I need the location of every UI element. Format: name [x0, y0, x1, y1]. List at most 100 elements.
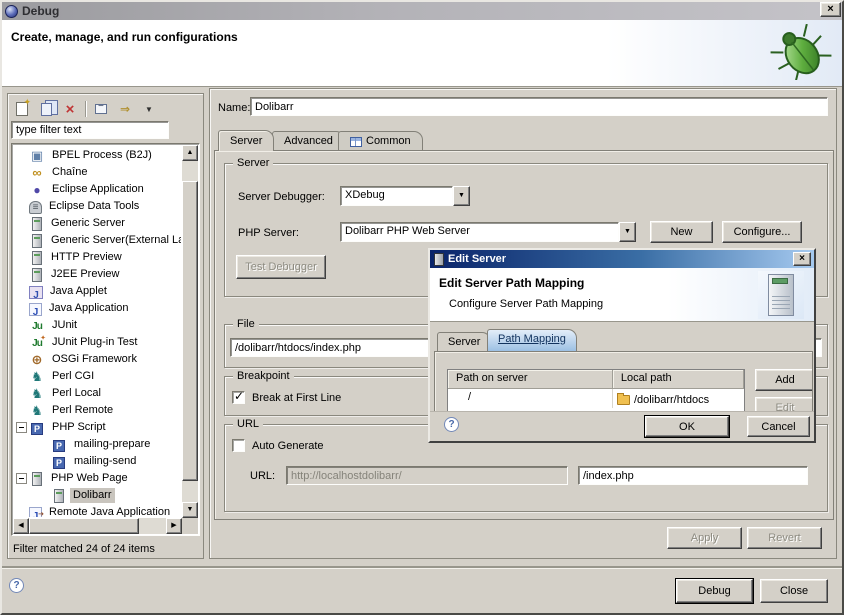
- table-icon: [350, 137, 362, 147]
- server-icon: [32, 234, 42, 248]
- tree-item[interactable]: Generic Server: [13, 215, 181, 232]
- tree-rows: BPEL Process (B2J) Chaîne Eclipse Applic…: [13, 147, 181, 517]
- server-icon: [32, 217, 42, 231]
- tree-item[interactable]: PHP Web Page: [13, 470, 181, 487]
- debug-button[interactable]: Debug: [676, 579, 753, 603]
- tree-item[interactable]: BPEL Process (B2J): [13, 147, 181, 164]
- tree-item[interactable]: HTTP Preview: [13, 249, 181, 266]
- scroll-down-icon[interactable]: ▼: [182, 502, 198, 518]
- window-help-icon[interactable]: ?: [9, 578, 24, 593]
- perl-icon: [29, 403, 45, 419]
- add-mapping-button[interactable]: Add: [755, 369, 813, 391]
- filter-status: Filter matched 24 of 24 items: [13, 543, 155, 555]
- php-web-page-icon: [54, 489, 64, 503]
- type-filter-input[interactable]: [11, 121, 169, 139]
- tree-item[interactable]: Remote Java Application: [13, 504, 181, 517]
- server-debugger-combo[interactable]: XDebug ▼: [340, 186, 470, 206]
- tab-advanced[interactable]: Advanced: [272, 131, 345, 151]
- window-close-button[interactable]: ×: [820, 2, 841, 17]
- junit-plugin-icon: [29, 335, 45, 351]
- debug-beetle-icon: [770, 24, 832, 83]
- configurations-tree: BPEL Process (B2J) Chaîne Eclipse Applic…: [11, 143, 200, 536]
- eclipse-logo-icon: [5, 5, 18, 18]
- collapse-all-icon[interactable]: [92, 100, 110, 118]
- scrollbar-corner: [182, 518, 198, 534]
- delete-config-icon[interactable]: ×: [61, 100, 79, 118]
- server-group-title: Server: [233, 156, 273, 170]
- perl-icon: [29, 386, 45, 402]
- tree-item[interactable]: Generic Server(External La: [13, 232, 181, 249]
- folder-icon: [617, 395, 630, 405]
- close-button[interactable]: Close: [760, 579, 828, 603]
- scroll-up-icon[interactable]: ▲: [182, 145, 198, 161]
- tree-item[interactable]: Java Applet: [13, 283, 181, 300]
- base-url-input: [286, 466, 568, 485]
- combo-arrow-icon[interactable]: ▼: [619, 222, 636, 242]
- configure-server-button[interactable]: Configure...: [722, 221, 802, 243]
- tree-item[interactable]: Java Application: [13, 300, 181, 317]
- tree-item[interactable]: Perl Local: [13, 385, 181, 402]
- tree-horizontal-scrollbar[interactable]: ◀ ▶: [13, 518, 182, 534]
- break-first-line-checkbox[interactable]: [232, 391, 245, 404]
- tab-server[interactable]: Server: [218, 130, 274, 151]
- tree-item[interactable]: J2EE Preview: [13, 266, 181, 283]
- url-path-input[interactable]: [578, 466, 808, 485]
- scroll-left-icon[interactable]: ◀: [13, 518, 29, 534]
- table-rows: / /dolibarr/htdocs: [448, 389, 744, 408]
- breakpoint-group-title: Breakpoint: [233, 369, 294, 383]
- dialog-title: Edit Server: [448, 253, 506, 265]
- duplicate-config-icon[interactable]: [37, 100, 55, 118]
- php-script-icon: [31, 423, 43, 435]
- database-icon: [29, 201, 42, 214]
- tree-item[interactable]: Dolibarr: [13, 487, 181, 504]
- mapping-row[interactable]: / /dolibarr/htdocs: [448, 389, 744, 408]
- scroll-right-icon[interactable]: ▶: [166, 518, 182, 534]
- dialog-help-icon[interactable]: ?: [444, 417, 459, 432]
- expander-icon[interactable]: [16, 473, 27, 484]
- tree-item[interactable]: Perl CGI: [13, 368, 181, 385]
- vscroll-thumb[interactable]: [182, 181, 198, 481]
- server-icon: [32, 268, 42, 282]
- tree-item[interactable]: OSGi Framework: [13, 351, 181, 368]
- bpel-process-icon: [29, 148, 45, 164]
- tree-item[interactable]: Eclipse Application: [13, 181, 181, 198]
- new-config-icon[interactable]: [13, 100, 31, 118]
- config-name-input[interactable]: [250, 97, 828, 116]
- eclipse-application-icon: [29, 182, 45, 198]
- tree-item[interactable]: JUnit: [13, 317, 181, 334]
- tab-common[interactable]: Common: [338, 131, 423, 151]
- dialog-tab-server[interactable]: Server: [437, 332, 491, 351]
- new-server-button[interactable]: New: [650, 221, 713, 243]
- hscroll-thumb[interactable]: [29, 518, 139, 534]
- server-debugger-label: Server Debugger:: [238, 191, 325, 203]
- tree-vertical-scrollbar[interactable]: ▲ ▼: [182, 145, 198, 518]
- filter-launch-icon[interactable]: ⇒: [116, 100, 134, 118]
- dialog-titlebar[interactable]: Edit Server: [430, 250, 814, 268]
- window-title: Debug: [22, 4, 59, 18]
- remote-java-icon: [29, 507, 42, 518]
- ok-button[interactable]: OK: [645, 416, 729, 437]
- expander-icon[interactable]: [16, 422, 27, 433]
- php-server-combo[interactable]: Dolibarr PHP Web Server ▼: [340, 222, 636, 242]
- window-titlebar[interactable]: Debug: [2, 2, 842, 20]
- dialog-tab-path-mapping[interactable]: Path Mapping: [487, 329, 577, 351]
- java-applet-icon: [29, 286, 43, 299]
- tree-item[interactable]: JUnit Plug-in Test: [13, 334, 181, 351]
- java-application-icon: [29, 303, 42, 316]
- name-label: Name:: [218, 102, 250, 114]
- tree-item[interactable]: Eclipse Data Tools: [13, 198, 181, 215]
- tree-item[interactable]: Perl Remote: [13, 402, 181, 419]
- tree-item[interactable]: mailing-send: [13, 453, 181, 470]
- tree-item[interactable]: PHP Script: [13, 419, 181, 436]
- col-path-on-server: Path on server: [448, 370, 613, 389]
- cancel-button[interactable]: Cancel: [747, 416, 810, 437]
- tree-item[interactable]: mailing-prepare: [13, 436, 181, 453]
- dialog-close-button[interactable]: ×: [793, 252, 811, 266]
- server-icon: [434, 253, 444, 266]
- auto-generate-checkbox[interactable]: [232, 439, 245, 452]
- php-web-page-icon: [32, 472, 42, 486]
- combo-arrow-icon[interactable]: ▼: [453, 186, 470, 206]
- dropdown-arrow-icon[interactable]: ▼: [140, 100, 158, 118]
- tree-item[interactable]: Chaîne: [13, 164, 181, 181]
- perl-icon: [29, 369, 45, 385]
